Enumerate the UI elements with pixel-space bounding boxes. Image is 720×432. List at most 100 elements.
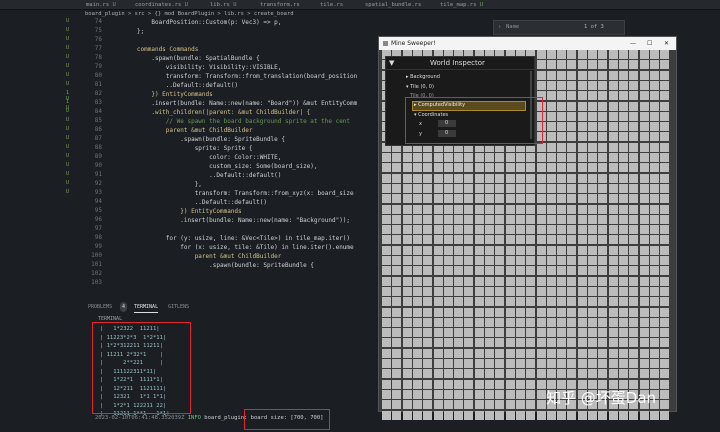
- tile-cell[interactable]: [536, 286, 546, 296]
- tile-cell[interactable]: [588, 256, 597, 265]
- tile-cell[interactable]: [433, 286, 443, 296]
- tile-cell[interactable]: [392, 194, 402, 204]
- tile-cell[interactable]: [639, 338, 649, 348]
- tile-cell[interactable]: [639, 266, 649, 276]
- tile-cell[interactable]: [443, 276, 453, 286]
- tile-cell[interactable]: [454, 266, 464, 276]
- tile-cell[interactable]: [526, 153, 536, 162]
- tile-cell[interactable]: [546, 214, 556, 224]
- tile-cell[interactable]: [577, 204, 587, 214]
- tile-cell[interactable]: [608, 307, 618, 317]
- tile-cell[interactable]: [505, 317, 515, 327]
- tile-cell[interactable]: [454, 173, 464, 183]
- tile-cell[interactable]: [485, 173, 494, 183]
- tile-cell[interactable]: [577, 225, 587, 235]
- tile-cell[interactable]: [577, 266, 587, 276]
- tile-cell[interactable]: [557, 60, 567, 70]
- tile-cell[interactable]: [433, 369, 443, 379]
- tile-cell[interactable]: [433, 163, 443, 173]
- tile-cell[interactable]: [423, 338, 433, 348]
- tile-cell[interactable]: [423, 266, 433, 276]
- tile-cell[interactable]: [629, 132, 639, 142]
- tile-cell[interactable]: [536, 297, 546, 307]
- code-line[interactable]: for (y: usize, line: &Vec<Tile>) in tile…: [108, 234, 350, 243]
- tile-cell[interactable]: [402, 379, 412, 389]
- tile-cell[interactable]: [443, 194, 453, 204]
- tile-cell[interactable]: [649, 256, 659, 265]
- tile-cell[interactable]: [536, 359, 546, 368]
- tile-cell[interactable]: [588, 122, 597, 132]
- tile-cell[interactable]: [639, 163, 649, 173]
- tile-cell[interactable]: [557, 286, 567, 296]
- tile-cell[interactable]: [515, 194, 525, 204]
- tile-cell[interactable]: [629, 359, 639, 368]
- code-line[interactable]: commands Commands: [108, 45, 198, 54]
- tile-cell[interactable]: [660, 338, 670, 348]
- tile-cell[interactable]: [567, 142, 577, 152]
- tile-cell[interactable]: [536, 173, 546, 183]
- tile-cell[interactable]: [485, 204, 494, 214]
- tile-cell[interactable]: [629, 122, 639, 132]
- tile-cell[interactable]: [392, 297, 402, 307]
- tile-cell[interactable]: [567, 132, 577, 142]
- tile-cell[interactable]: [392, 348, 402, 358]
- tile-cell[interactable]: [598, 338, 608, 348]
- code-line[interactable]: ..Default::default(): [108, 81, 238, 90]
- tile-cell[interactable]: [567, 348, 577, 358]
- tile-cell[interactable]: [515, 286, 525, 296]
- tile-cell[interactable]: [382, 214, 391, 224]
- tile-cell[interactable]: [464, 400, 474, 410]
- tile-cell[interactable]: [598, 142, 608, 152]
- tile-cell[interactable]: [474, 183, 484, 193]
- tile-cell[interactable]: [557, 204, 567, 214]
- tile-cell[interactable]: [382, 328, 391, 338]
- tile-cell[interactable]: [454, 256, 464, 265]
- tile-cell[interactable]: [577, 297, 587, 307]
- tile-cell[interactable]: [423, 225, 433, 235]
- tile-cell[interactable]: [649, 142, 659, 152]
- tile-cell[interactable]: [495, 369, 505, 379]
- tile-cell[interactable]: [546, 60, 556, 70]
- tile-cell[interactable]: [567, 225, 577, 235]
- tile-cell[interactable]: [608, 410, 618, 420]
- tile-cell[interactable]: [423, 245, 433, 255]
- tile-cell[interactable]: [505, 338, 515, 348]
- tile-cell[interactable]: [546, 276, 556, 286]
- tile-cell[interactable]: [546, 142, 556, 152]
- maximize-icon[interactable]: ☐: [647, 37, 652, 50]
- tile-cell[interactable]: [660, 214, 670, 224]
- tile-cell[interactable]: [608, 101, 618, 111]
- tile-cell[interactable]: [608, 266, 618, 276]
- tile-cell[interactable]: [464, 194, 474, 204]
- tile-cell[interactable]: [536, 400, 546, 410]
- tile-cell[interactable]: [536, 153, 546, 162]
- tile-cell[interactable]: [443, 369, 453, 379]
- tile-cell[interactable]: [588, 101, 597, 111]
- tile-cell[interactable]: [474, 307, 484, 317]
- tile-cell[interactable]: [454, 276, 464, 286]
- tile-cell[interactable]: [433, 214, 443, 224]
- tile-cell[interactable]: [536, 80, 546, 90]
- tile-cell[interactable]: [588, 163, 597, 173]
- tile-cell[interactable]: [567, 214, 577, 224]
- code-line[interactable]: };: [108, 27, 144, 36]
- tile-cell[interactable]: [660, 132, 670, 142]
- find-input[interactable]: Name: [506, 21, 519, 34]
- tile-cell[interactable]: [495, 194, 505, 204]
- tile-cell[interactable]: [392, 266, 402, 276]
- tile-cell[interactable]: [618, 328, 628, 338]
- tile-cell[interactable]: [526, 410, 536, 420]
- tile-cell[interactable]: [382, 307, 391, 317]
- code-line[interactable]: for (x: usize, tile: &Tile) in line.iter…: [108, 243, 353, 252]
- tile-cell[interactable]: [649, 163, 659, 173]
- tile-cell[interactable]: [536, 194, 546, 204]
- tile-cell[interactable]: [382, 163, 391, 173]
- tile-cell[interactable]: [536, 410, 546, 420]
- tile-cell[interactable]: [382, 256, 391, 265]
- tile-cell[interactable]: [629, 142, 639, 152]
- tile-cell[interactable]: [454, 194, 464, 204]
- tile-cell[interactable]: [526, 276, 536, 286]
- tile-cell[interactable]: [546, 348, 556, 358]
- tile-cell[interactable]: [588, 297, 597, 307]
- tile-cell[interactable]: [546, 111, 556, 121]
